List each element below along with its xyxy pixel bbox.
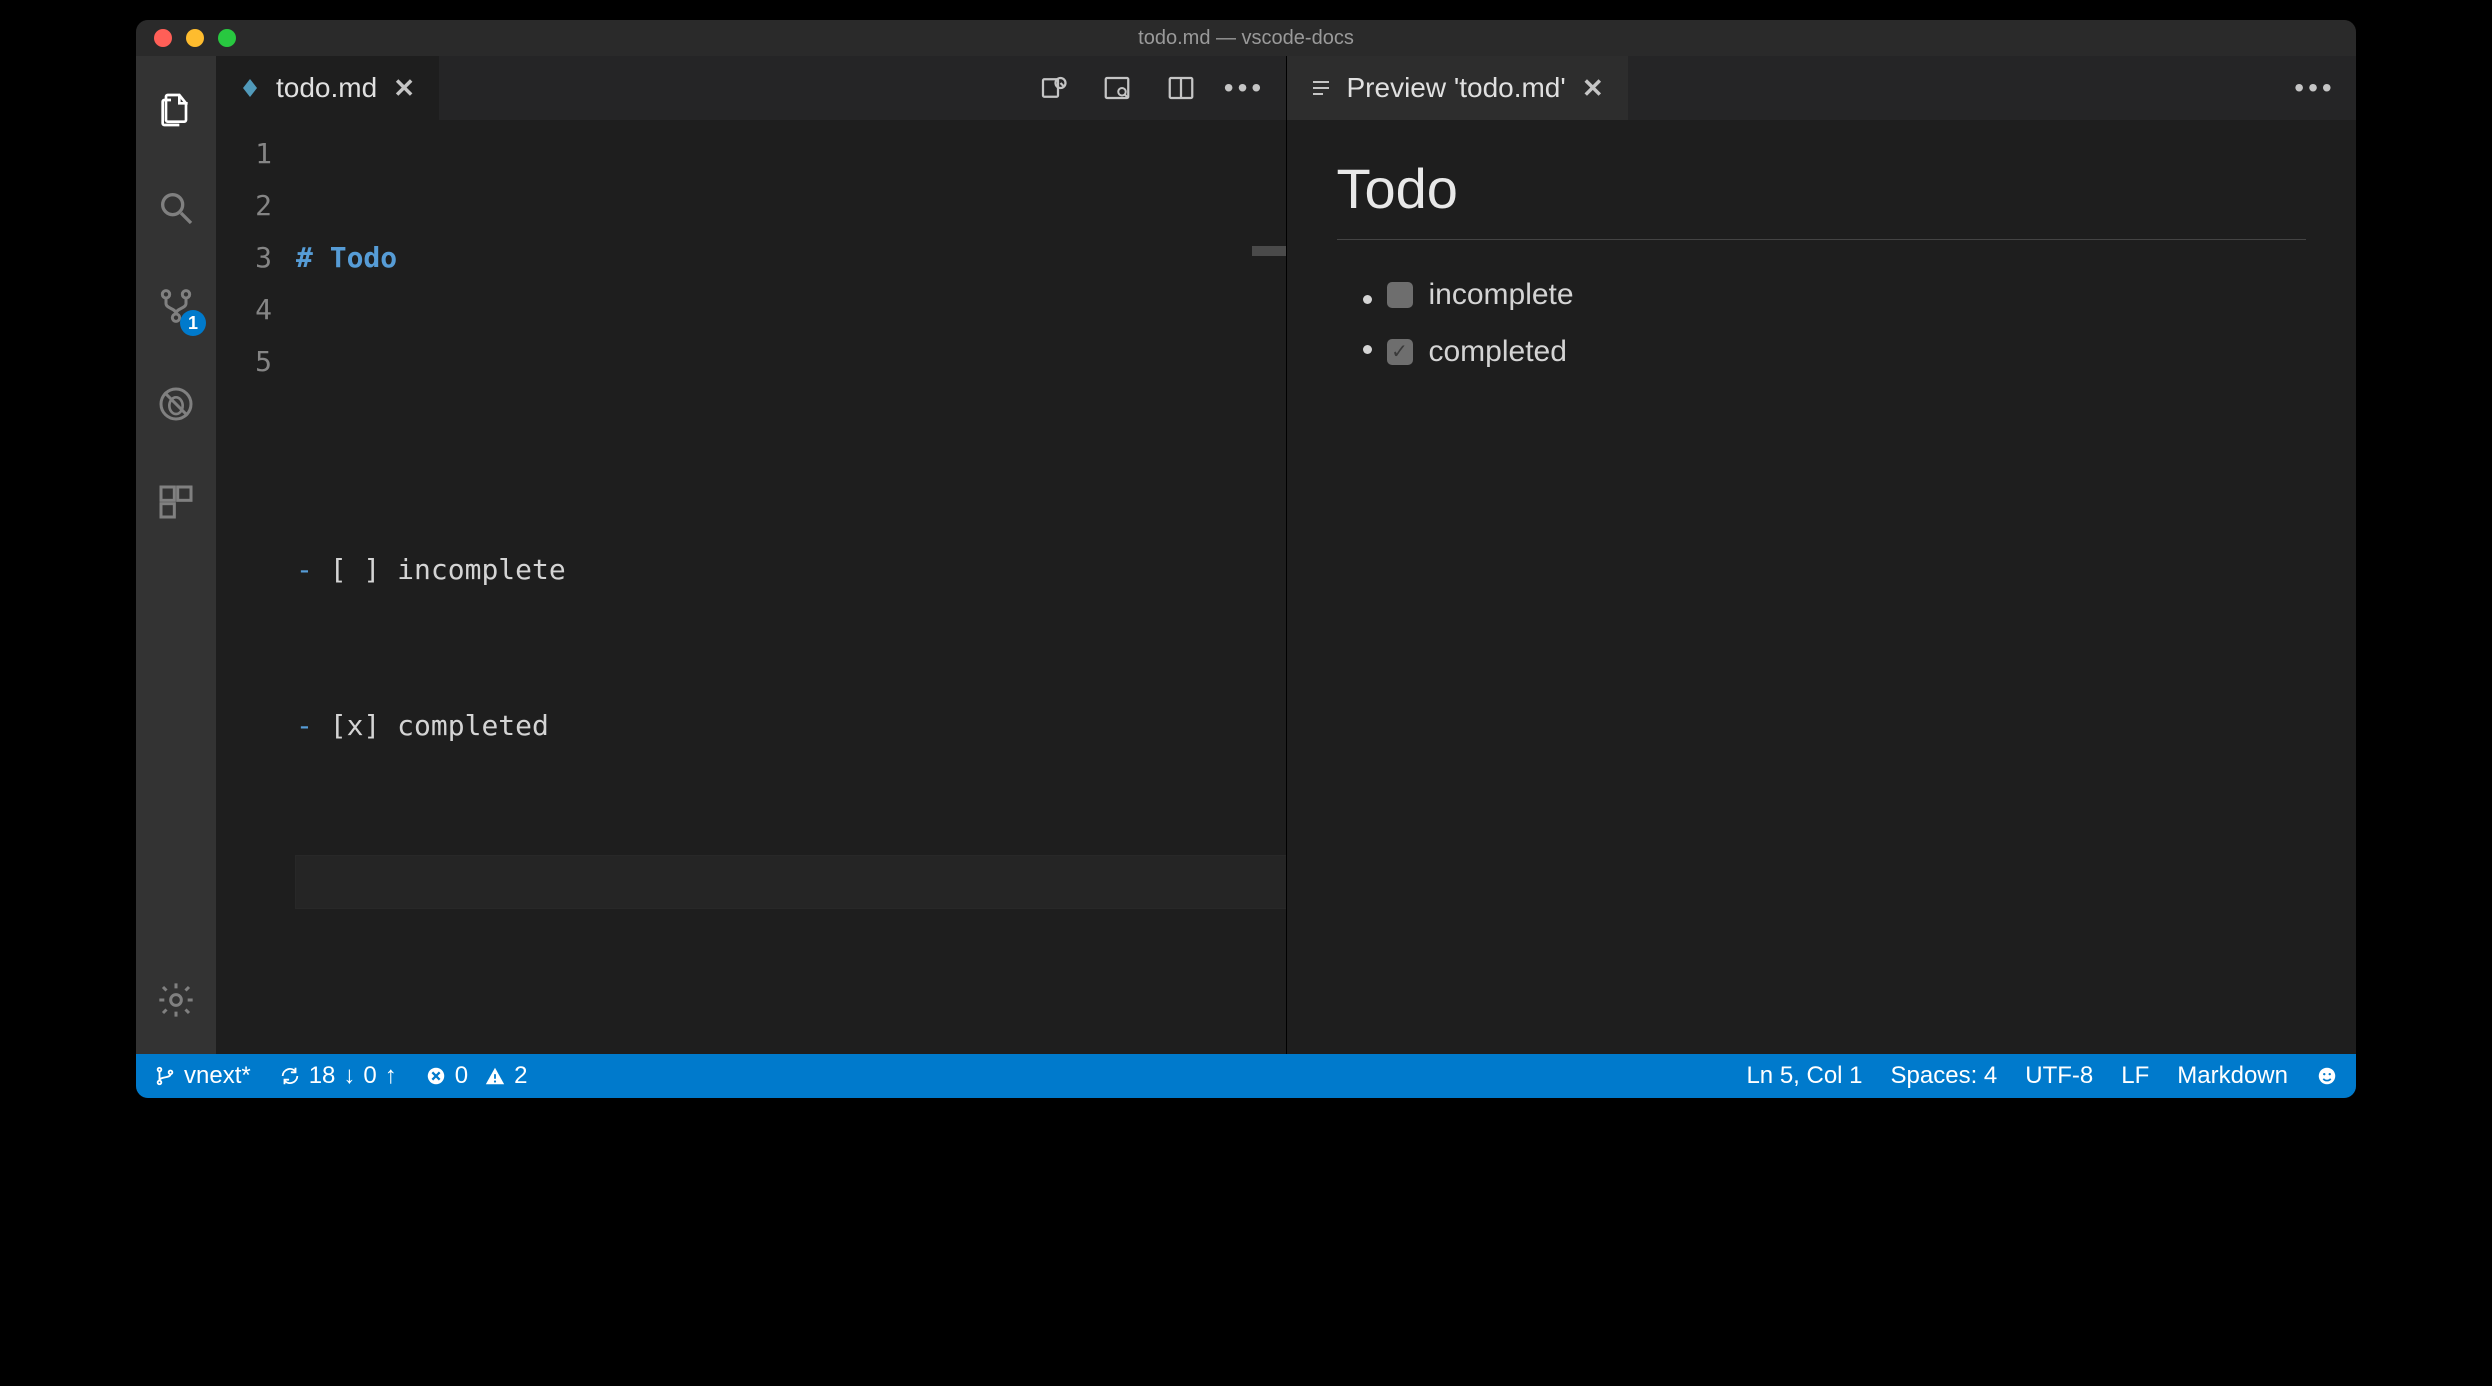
activity-bar: 1: [136, 56, 216, 1054]
git-branch-icon: [154, 1065, 176, 1087]
preview-tab-icon: [1309, 76, 1333, 100]
line-number: 5: [216, 336, 272, 388]
scm-badge: 1: [180, 310, 206, 336]
preview-heading: Todo: [1337, 156, 2307, 240]
language-mode-status[interactable]: Markdown: [2177, 1062, 2288, 1090]
titlebar: todo.md — vscode-docs: [136, 20, 2356, 56]
extensions-icon: [156, 482, 196, 522]
line-gutter: 1 2 3 4 5: [216, 120, 296, 1054]
cursor-position-status[interactable]: Ln 5, Col 1: [1746, 1062, 1862, 1090]
warning-icon: [484, 1065, 506, 1087]
main-area: 1 todo.md: [136, 56, 2356, 1054]
editor-groups: todo.md ✕ •••: [216, 56, 2356, 1054]
split-editor-button[interactable]: [1164, 71, 1198, 105]
preview-item-text: completed: [1429, 325, 1567, 379]
indentation-status[interactable]: Spaces: 4: [1891, 1062, 1998, 1090]
tab-row-source: todo.md ✕ •••: [216, 56, 1286, 120]
code-line[interactable]: [296, 388, 1286, 440]
open-preview-button[interactable]: [1100, 71, 1134, 105]
more-actions-button[interactable]: •••: [1228, 71, 1262, 105]
explorer-button[interactable]: [152, 86, 200, 134]
md-heading-hash: #: [296, 232, 313, 284]
arrow-down-icon: ↓: [343, 1062, 355, 1090]
search-icon: [156, 188, 196, 228]
search-button[interactable]: [152, 184, 200, 232]
code-line-current[interactable]: [296, 856, 1286, 908]
preview-icon: [1102, 73, 1132, 103]
settings-button[interactable]: [152, 976, 200, 1024]
checkbox-unchecked-icon[interactable]: [1387, 282, 1413, 308]
tab-preview-todo-md[interactable]: Preview 'todo.md' ✕: [1287, 56, 1628, 120]
close-tab-button[interactable]: ✕: [1580, 75, 1606, 101]
tab-row-preview: Preview 'todo.md' ✕ •••: [1287, 56, 2357, 120]
source-control-button[interactable]: 1: [152, 282, 200, 330]
split-icon: [1166, 73, 1196, 103]
branch-name: vnext*: [184, 1062, 251, 1090]
md-checkbox: [ ]: [330, 544, 381, 596]
line-number: 3: [216, 232, 272, 284]
code-editor[interactable]: 1 2 3 4 5 # Todo - [ ] incomplete: [216, 120, 1286, 1054]
md-list-dash: -: [296, 544, 313, 596]
problems-status[interactable]: 0 2: [425, 1062, 528, 1090]
status-bar: vnext* 18↓ 0↑ 0 2 Ln 5, Col 1 Spaces: 4 …: [136, 1054, 2356, 1098]
app-window: todo.md — vscode-docs 1: [136, 20, 2356, 1098]
line-number: 4: [216, 284, 272, 336]
tab-label: Preview 'todo.md': [1347, 72, 1566, 104]
sync-status[interactable]: 18↓ 0 ↑: [279, 1062, 397, 1090]
markdown-preview[interactable]: Todo incomplete ✓ completed: [1287, 120, 2357, 1054]
window-controls: [136, 29, 236, 47]
error-icon: [425, 1065, 447, 1087]
md-text: completed: [397, 700, 549, 752]
md-text: incomplete: [397, 544, 566, 596]
git-branch-status[interactable]: vnext*: [154, 1062, 251, 1090]
maximize-window-button[interactable]: [218, 29, 236, 47]
close-tab-button[interactable]: ✕: [391, 75, 417, 101]
files-icon: [156, 90, 196, 130]
minimap-viewport[interactable]: [1252, 246, 1286, 256]
feedback-button[interactable]: [2316, 1065, 2338, 1087]
debug-button[interactable]: [152, 380, 200, 428]
sync-icon: [279, 1065, 301, 1087]
arrow-up-icon: ↑: [385, 1062, 397, 1090]
editor-group-preview: Preview 'todo.md' ✕ ••• Todo incomplete: [1287, 56, 2357, 1054]
minimize-window-button[interactable]: [186, 29, 204, 47]
gear-icon: [156, 980, 196, 1020]
md-heading-text: Todo: [330, 232, 397, 284]
window-title: todo.md — vscode-docs: [136, 27, 2356, 50]
md-checkbox: [x]: [330, 700, 381, 752]
compare-icon: [1038, 73, 1068, 103]
preview-item-text: incomplete: [1429, 268, 1574, 322]
no-bug-icon: [156, 384, 196, 424]
close-window-button[interactable]: [154, 29, 172, 47]
eol-status[interactable]: LF: [2121, 1062, 2149, 1090]
code-line[interactable]: # Todo: [296, 232, 1286, 284]
preview-list-item: incomplete: [1387, 268, 2307, 322]
editor-actions-preview: •••: [2298, 56, 2356, 120]
code-line[interactable]: - [ ] incomplete: [296, 544, 1286, 596]
line-number: 2: [216, 180, 272, 232]
code-content[interactable]: # Todo - [ ] incomplete - [x] completed: [296, 120, 1286, 1054]
preview-list: incomplete ✓ completed: [1337, 268, 2307, 379]
error-count: 0: [455, 1062, 468, 1090]
smiley-icon: [2316, 1065, 2338, 1087]
checkbox-checked-icon[interactable]: ✓: [1387, 339, 1413, 365]
markdown-file-icon: [238, 76, 262, 100]
code-line[interactable]: - [x] completed: [296, 700, 1286, 752]
warning-count: 2: [514, 1062, 527, 1090]
md-list-dash: -: [296, 700, 313, 752]
open-changes-button[interactable]: [1036, 71, 1070, 105]
line-number: 1: [216, 128, 272, 180]
tab-todo-md[interactable]: todo.md ✕: [216, 56, 439, 120]
editor-actions-source: •••: [1036, 56, 1286, 120]
tab-label: todo.md: [276, 72, 377, 104]
sync-outgoing: 0: [363, 1062, 376, 1090]
encoding-status[interactable]: UTF-8: [2025, 1062, 2093, 1090]
more-actions-button[interactable]: •••: [2298, 71, 2332, 105]
editor-group-source: todo.md ✕ •••: [216, 56, 1287, 1054]
extensions-button[interactable]: [152, 478, 200, 526]
preview-list-item: ✓ completed: [1387, 322, 2307, 379]
sync-incoming: 18: [309, 1062, 336, 1090]
